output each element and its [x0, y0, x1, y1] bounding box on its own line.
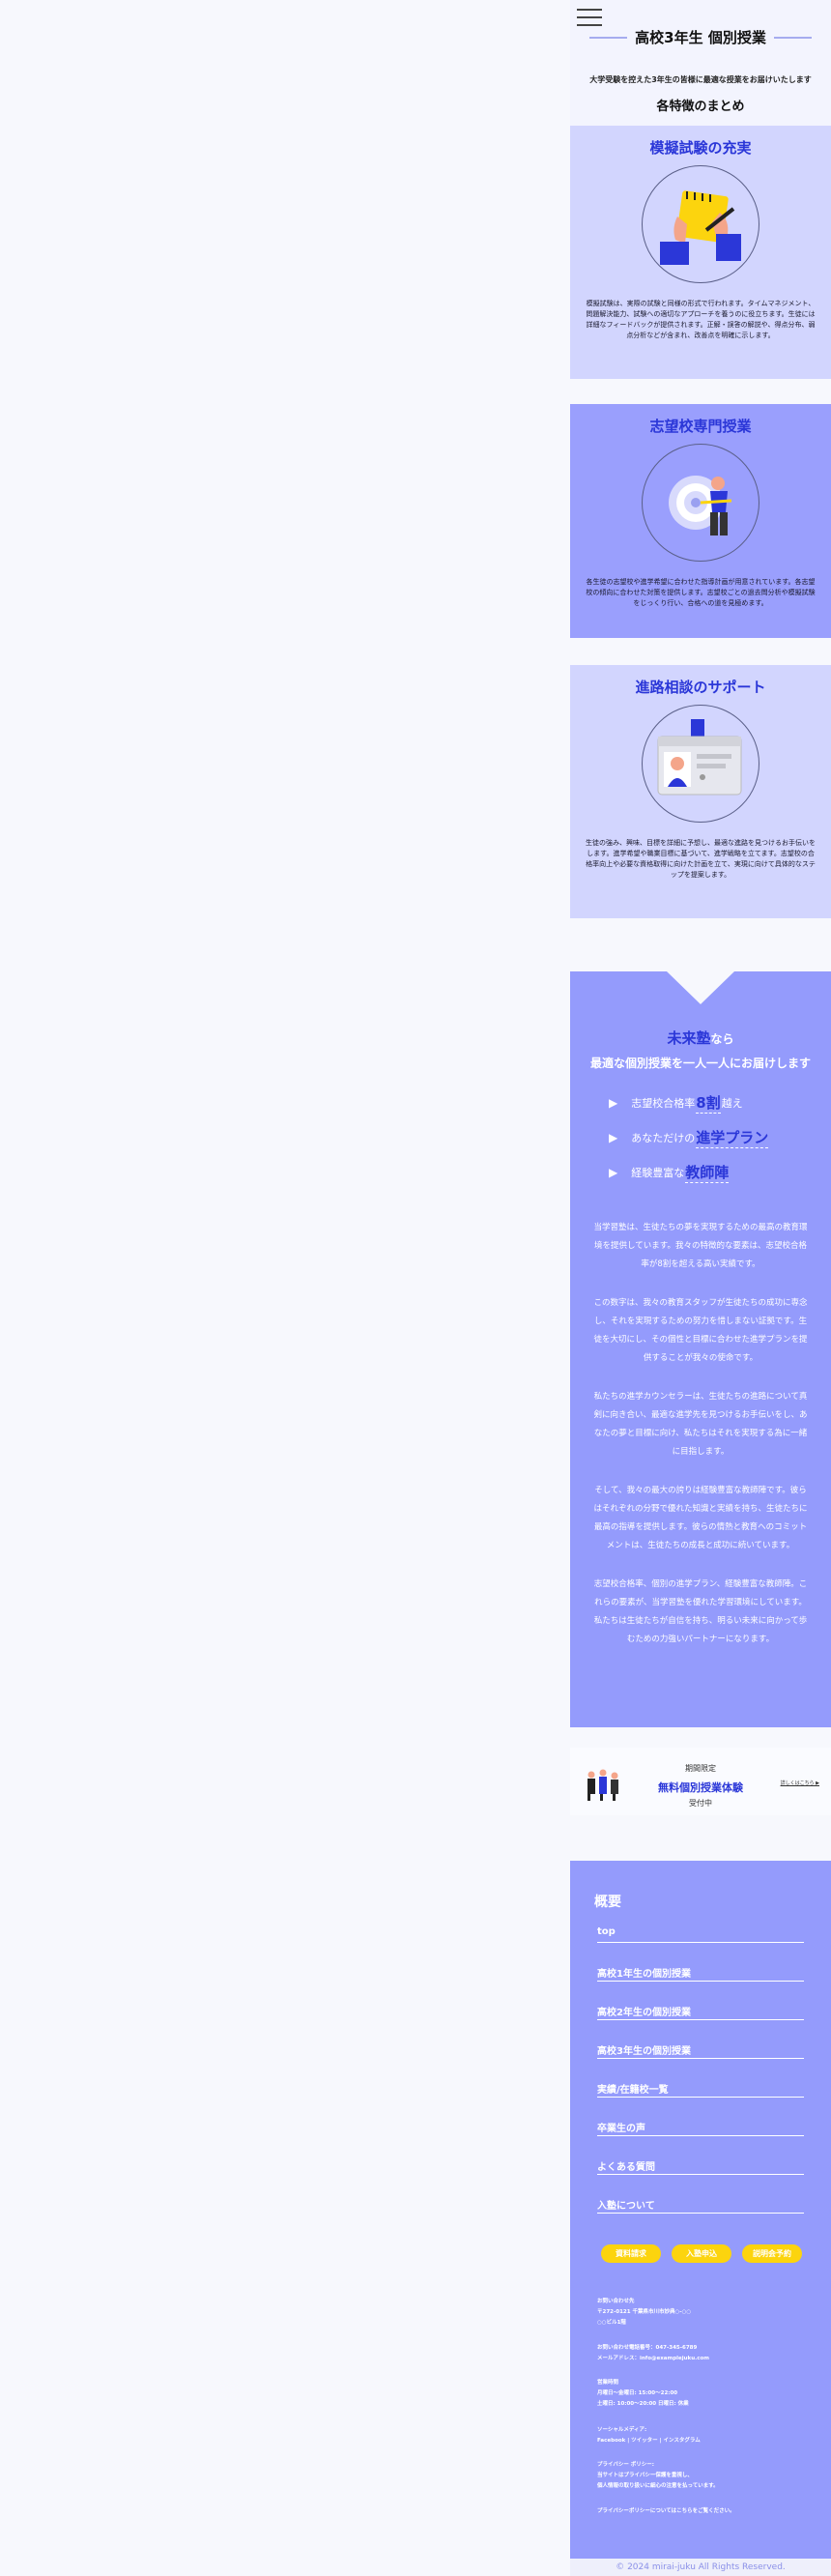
footer-contact: お問い合わせ電話番号：047-345-6789 メールアドレス：info@exa…	[597, 2345, 709, 2361]
promo-point: ▶ あなただけの 進学プラン	[609, 1129, 769, 1148]
title-line-left	[589, 36, 628, 39]
copyright: © 2024 mirai-juku All Rights Reserved.	[570, 2559, 831, 2576]
promo-paragraph: この数字は、我々の教育スタッフが生徒たちの成功に専念し、それを実現するための努力…	[593, 1298, 808, 1363]
notepad-writing-icon	[642, 165, 759, 283]
page-title: 高校3年生 個別授業	[635, 29, 766, 46]
promo-paragraphs: 当学習塾は、生徒たちの夢を実現するための最高の教育環境を提供しています。我々の特…	[591, 1219, 810, 1669]
promo-point: ▶ 志望校合格率 8割 越え	[609, 1094, 743, 1114]
request-materials-button[interactable]: 資料請求	[601, 2244, 661, 2263]
footer-link-grade2[interactable]: 高校2年生の個別授業	[597, 2004, 804, 2042]
promo-emphasis: 教師陣	[685, 1164, 730, 1183]
promo-paragraph: 志望校合格率、個別の進学プラン、経験豊富な教師陣。これらの要素が、当学習塾を優れ…	[593, 1579, 808, 1644]
feature-card-mock-exam: 模擬試験の充実 模擬試験は、実際の試験と同様の形式で行われます。タイムマネジメン…	[570, 126, 831, 379]
footer-address: お問い合わせ先 〒272-0121 千葉県市川市妙典○-○○ ○○ビル1階	[597, 2299, 692, 2326]
footer-link-results[interactable]: 実績/在籍校一覧	[597, 2081, 804, 2120]
footer-social: ソーシャルメディア: Facebook | ツイッター | インスタグラム	[597, 2425, 817, 2446]
brand-suffix: なら	[710, 1032, 734, 1046]
apply-button[interactable]: 入塾申込	[672, 2244, 731, 2263]
promo-point: ▶ 経験豊富な 教師陣	[609, 1164, 730, 1183]
promo-headline: 未来塾なら 最適な個別授業を一人一人にお届けします	[570, 1027, 831, 1076]
footer-link-faq[interactable]: よくある質問	[597, 2158, 804, 2197]
triangle-bullet-icon: ▶	[609, 1096, 618, 1110]
footer-link-admission[interactable]: 入塾について	[597, 2197, 804, 2236]
target-archer-icon	[642, 444, 759, 562]
footer-heading: 概要	[594, 1895, 621, 1910]
triangle-bullet-icon: ▶	[609, 1131, 618, 1144]
triangle-bullet-icon: ▶	[609, 1166, 618, 1179]
feature-description: 生徒の強み、興味、目標を詳細に予想し、最適な進路を見つけるお手伝いをします。進学…	[586, 839, 816, 879]
trial-banner[interactable]: 期間限定 無料個別授業体験 受付中 詳しくはこちら ▶	[570, 1748, 831, 1815]
footer-hours: 営業時間 月曜日〜金曜日: 15:00〜22:00 土曜日: 10:00〜20:…	[597, 2380, 689, 2407]
footer-link-grade3[interactable]: 高校3年生の個別授業	[597, 2042, 804, 2081]
banner-status: 受付中	[689, 1799, 712, 1808]
privacy-policy-link[interactable]: プライバシーポリシーについてはこちらをご覧ください。	[597, 2506, 817, 2517]
banner-label: 期間限定	[685, 1764, 716, 1773]
section-notch	[667, 971, 734, 1004]
footer-privacy: プライバシー ポリシー: 当サイトはプライバシー保護を重視し、 個人情報の取り扱…	[597, 2462, 719, 2489]
feature-title: 模擬試験の充実	[649, 139, 752, 157]
promo-paragraph: そして、我々の最大の誇りは経験豊富な教師陣です。彼らはそれぞれの分野で優れた知識…	[593, 1486, 808, 1550]
social-links[interactable]: Facebook | ツイッター | インスタグラム	[597, 2436, 817, 2446]
promo-emphasis: 8割	[696, 1094, 721, 1114]
title-line-right	[773, 36, 813, 39]
site-footer: 概要 top 高校1年生の個別授業 高校2年生の個別授業 高校3年生の個別授業 …	[570, 1861, 831, 2559]
footer-link-voices[interactable]: 卒業生の声	[597, 2120, 804, 2158]
banner-more-link[interactable]: 詳しくはこちら ▶	[781, 1780, 819, 1786]
feature-description: 各生徒の志望校や進学希望に合わせた指導計画が用意されています。各志望校の傾向に合…	[586, 578, 816, 607]
seminar-reservation-button[interactable]: 説明会予約	[742, 2244, 802, 2263]
section-heading-summary: 各特徴のまとめ	[656, 100, 745, 114]
promo-paragraph: 当学習塾は、生徒たちの夢を実現するための最高の教育環境を提供しています。我々の特…	[593, 1223, 808, 1269]
hamburger-menu-icon[interactable]	[577, 9, 602, 28]
page-column: 高校3年生 個別授業 大学受験を控えた3年生の皆様に最適な授業をお届けいたします…	[570, 0, 831, 2559]
promo-subheadline: 最適な個別授業を一人一人にお届けします	[589, 1056, 811, 1070]
feature-title: 進路相談のサポート	[635, 679, 766, 696]
promo-section: 未来塾なら 最適な個別授業を一人一人にお届けします ▶ 志望校合格率 8割 越え ▶…	[570, 971, 831, 1727]
id-card-icon	[642, 705, 759, 823]
promo-paragraph: 私たちの進学カウンセラーは、生徒たちの進路について真剣に向き合い、最適な進学先を…	[593, 1392, 808, 1457]
feature-card-career-support: 進路相談のサポート 生徒の強み、興味、目標を詳細に予想し、最適な進路を見つけるお…	[570, 665, 831, 918]
footer-nav: top 高校1年生の個別授業 高校2年生の個別授業 高校3年生の個別授業 実績/…	[597, 1926, 804, 2236]
promo-emphasis: 進学プラン	[696, 1129, 769, 1148]
brand-name: 未来塾	[667, 1029, 711, 1047]
feature-description: 模擬試験は、実際の試験と同様の形式で行われます。タイムマネジメント、問題解決能力…	[586, 300, 816, 339]
footer-buttons: 資料請求 入塾申込 説明会予約	[601, 2244, 802, 2263]
page-lead: 大学受験を控えた3年生の皆様に最適な授業をお届けいたします	[589, 75, 812, 84]
footer-link-grade1[interactable]: 高校1年生の個別授業	[597, 1965, 804, 2004]
page-header: 高校3年生 個別授業 大学受験を控えた3年生の皆様に最適な授業をお届けいたします…	[570, 0, 831, 126]
feature-card-target-school: 志望校専門授業 各生徒の志望校や進学希望に合わせた指導計画が用意されています。各…	[570, 404, 831, 638]
promo-points: ▶ 志望校合格率 8割 越え ▶ あなただけの 進学プラン ▶ 経験豊富な 教師陣	[609, 1085, 812, 1190]
feature-title: 志望校専門授業	[649, 418, 752, 435]
footer-link-top[interactable]: top	[597, 1926, 804, 1965]
page-title-row: 高校3年生 個別授業	[589, 27, 813, 47]
